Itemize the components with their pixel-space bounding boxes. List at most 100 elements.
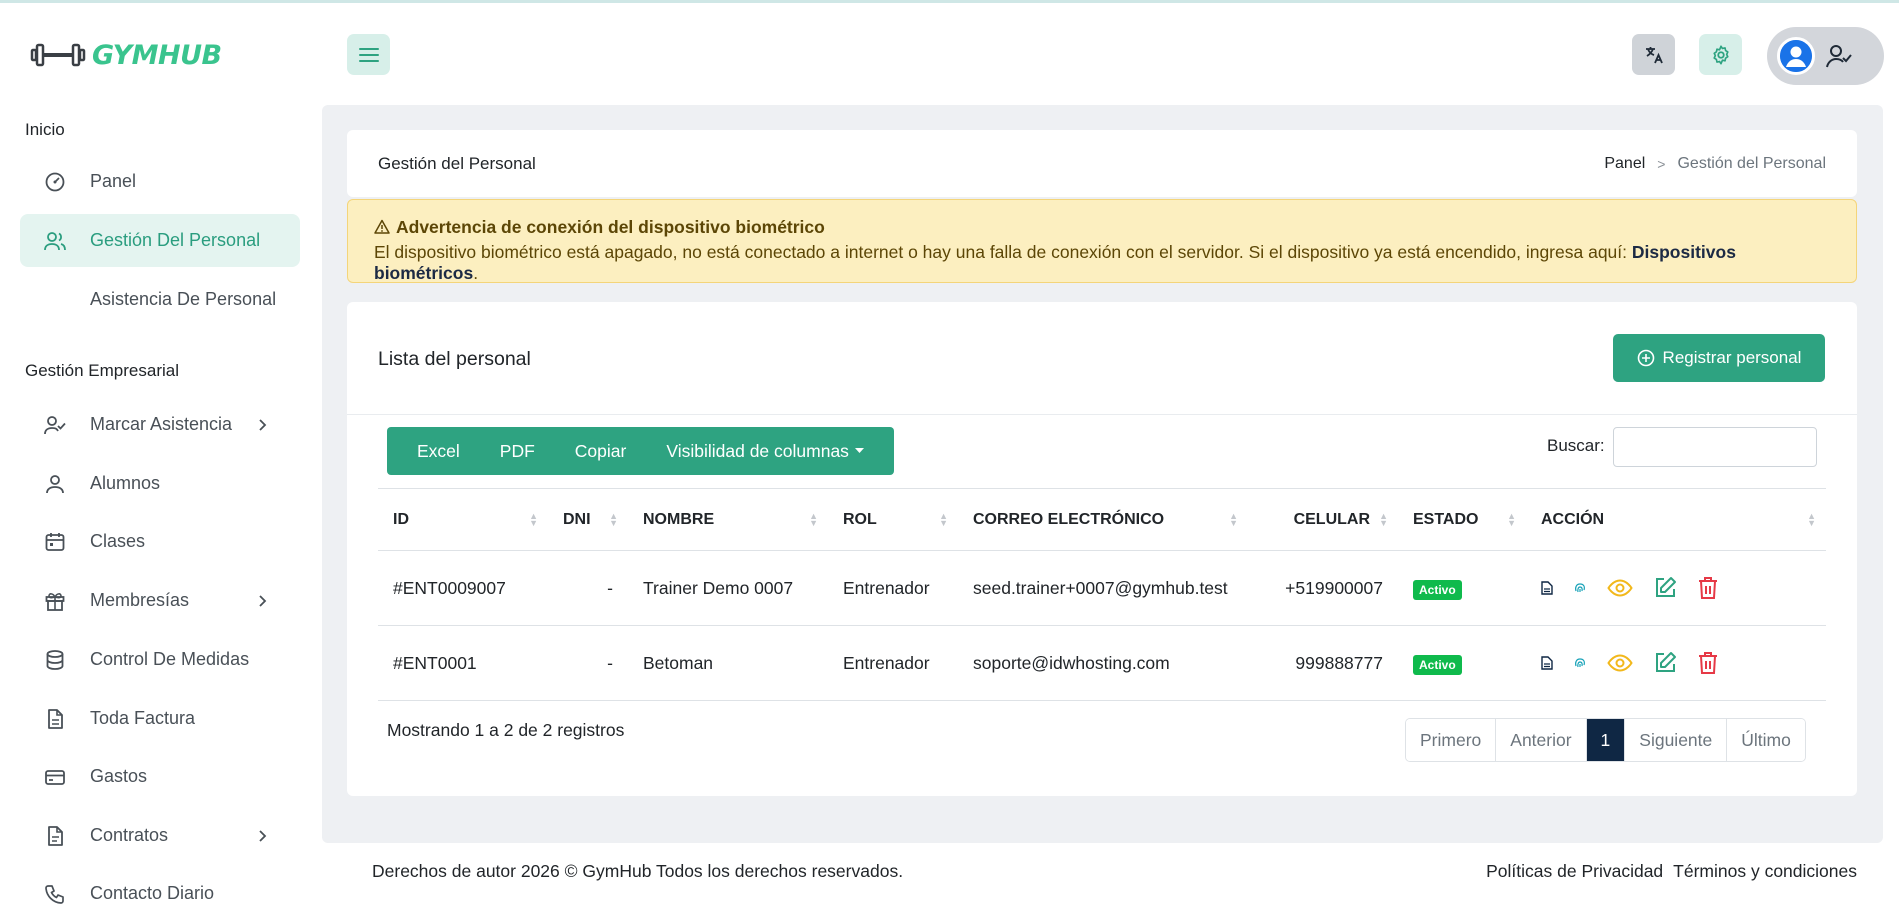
alert-end: . bbox=[473, 263, 479, 283]
column-header-rol[interactable]: ROL ▲ ▼ bbox=[828, 488, 958, 551]
sidebar-item-label: Membresías bbox=[90, 590, 190, 610]
terms-link[interactable]: Términos y condiciones bbox=[1673, 861, 1857, 882]
translate-icon bbox=[1645, 46, 1663, 63]
sidebar-item-control-medidas[interactable]: Control De Medidas bbox=[20, 633, 300, 686]
pagination-next[interactable]: Siguiente bbox=[1625, 719, 1728, 761]
fingerprint-icon bbox=[1575, 583, 1585, 593]
cell-role: Entrenador bbox=[828, 625, 958, 701]
table-info: Mostrando 1 a 2 de 2 registros bbox=[387, 720, 625, 740]
user-menu[interactable] bbox=[1767, 27, 1884, 85]
caret-down-icon bbox=[854, 448, 864, 453]
list-title: Lista del personal bbox=[378, 348, 531, 370]
sidebar-item-contratos[interactable]: Contratos bbox=[20, 809, 300, 862]
sort-icon: ▲ ▼ bbox=[809, 511, 818, 528]
view-button[interactable] bbox=[1607, 578, 1633, 598]
sort-icon: ▲ ▼ bbox=[1379, 511, 1388, 528]
footer-copyright: Derechos de autor 2026 © GymHub Todos lo… bbox=[372, 861, 904, 881]
sidebar-item-clases[interactable]: Clases bbox=[20, 515, 300, 568]
sidebar-item-label: Marcar Asistencia bbox=[90, 414, 233, 434]
export-pdf-button[interactable]: PDF bbox=[490, 441, 545, 462]
calendar-icon bbox=[45, 533, 65, 551]
sidebar-item-panel[interactable]: Panel bbox=[20, 155, 300, 208]
sidebar-item-gastos[interactable]: Gastos bbox=[20, 750, 300, 803]
search-input[interactable] bbox=[1613, 427, 1817, 467]
register-staff-label: Registrar personal bbox=[1662, 348, 1802, 367]
dumbbell-icon bbox=[30, 43, 86, 67]
sidebar-item-label: Contacto Diario bbox=[90, 883, 215, 903]
footer-links: Políticas de Privacidad Términos y condi… bbox=[1486, 861, 1857, 882]
sidebar-item-membresias[interactable]: Membresías bbox=[20, 574, 300, 627]
column-header-estado[interactable]: ESTADO ▲ ▼ bbox=[1398, 488, 1526, 551]
chevron-right-icon bbox=[259, 830, 267, 842]
column-header-id[interactable]: ID ▲ ▼ bbox=[378, 488, 548, 551]
document-button[interactable] bbox=[1541, 581, 1553, 595]
cell-email: soporte@idwhosting.com bbox=[958, 625, 1248, 701]
sort-icon: ▲ ▼ bbox=[1507, 511, 1516, 528]
settings-button[interactable] bbox=[1699, 34, 1742, 75]
cell-id: #ENT0001 bbox=[378, 625, 548, 701]
user-avatar-icon bbox=[1780, 40, 1812, 72]
sidebar-item-toda-factura[interactable]: Toda Factura bbox=[20, 692, 300, 745]
alert-title: Advertencia de conexión del dispositivo … bbox=[396, 216, 825, 237]
fingerprint-icon bbox=[1575, 658, 1585, 668]
column-visibility-dropdown[interactable]: Visibilidad de columnas bbox=[656, 441, 874, 462]
fingerprint-button[interactable] bbox=[1573, 581, 1587, 595]
page-header-card: Gestión del Personal Panel > Gestión del… bbox=[347, 130, 1857, 197]
gift-icon bbox=[45, 593, 65, 611]
sidebar-item-contacto-diario[interactable]: Contacto Diario bbox=[20, 867, 300, 916]
export-excel-button[interactable]: Excel bbox=[407, 441, 470, 462]
pagination-last[interactable]: Último bbox=[1727, 719, 1805, 761]
trash-icon bbox=[1699, 652, 1717, 674]
brand-logo[interactable]: GYMHUB bbox=[30, 39, 222, 71]
sort-icon: ▲ ▼ bbox=[939, 511, 948, 528]
sidebar-item-alumnos[interactable]: Alumnos bbox=[20, 457, 300, 510]
breadcrumb-separator: > bbox=[1657, 156, 1666, 172]
language-button[interactable] bbox=[1632, 34, 1675, 75]
eye-icon bbox=[1607, 579, 1633, 597]
staff-list-card: Lista del personal Registrar personal Ex… bbox=[347, 302, 1857, 796]
alert-message: El dispositivo biométrico está apagado, … bbox=[374, 242, 1632, 262]
edit-button[interactable] bbox=[1653, 651, 1677, 675]
plus-circle-icon bbox=[1637, 349, 1654, 367]
sidebar-item-asistencia-personal[interactable]: Asistencia De Personal bbox=[20, 273, 300, 326]
pagination-page-1[interactable]: 1 bbox=[1586, 719, 1626, 761]
status-badge: Activo bbox=[1413, 579, 1462, 600]
cell-name: Trainer Demo 0007 bbox=[628, 550, 828, 626]
sidebar-item-gestion-personal[interactable]: Gestión Del Personal bbox=[20, 214, 300, 267]
column-header-accion[interactable]: ACCIÓN ▲ ▼ bbox=[1526, 488, 1826, 551]
sort-icon: ▲ ▼ bbox=[1807, 511, 1816, 528]
pagination-prev[interactable]: Anterior bbox=[1496, 719, 1587, 761]
user-check-icon bbox=[44, 416, 66, 435]
copy-button[interactable]: Copiar bbox=[565, 441, 637, 462]
page-title: Gestión del Personal bbox=[378, 154, 536, 173]
file-icon bbox=[48, 826, 63, 846]
sidebar-section-gestion-empresarial: Gestión Empresarial bbox=[25, 361, 180, 380]
column-header-nombre[interactable]: NOMBRE ▲ ▼ bbox=[628, 488, 828, 551]
chevron-right-icon bbox=[259, 595, 267, 607]
trash-icon bbox=[1699, 577, 1717, 599]
column-header-dni[interactable]: DNI ▲ ▼ bbox=[548, 488, 628, 551]
sidebar-item-marcar-asistencia[interactable]: Marcar Asistencia bbox=[20, 398, 300, 451]
cell-actions bbox=[1526, 550, 1826, 626]
menu-toggle-button[interactable] bbox=[347, 34, 390, 75]
sidebar-item-label: Alumnos bbox=[90, 473, 161, 493]
alert-body: El dispositivo biométrico está apagado, … bbox=[374, 242, 1830, 284]
edit-button[interactable] bbox=[1653, 576, 1677, 600]
column-header-correo[interactable]: CORREO ELECTRÓNICO ▲ ▼ bbox=[958, 488, 1248, 551]
delete-button[interactable] bbox=[1697, 651, 1719, 675]
breadcrumb-home-link[interactable]: Panel bbox=[1604, 155, 1645, 173]
privacy-link[interactable]: Políticas de Privacidad bbox=[1486, 861, 1663, 882]
breadcrumb-current: Gestión del Personal bbox=[1677, 155, 1826, 172]
table-header-row: ID ▲ ▼ DNI ▲ ▼ NOMBRE ▲ ▼ ROL ▲ ▼ CORREO ELECTRÓ… bbox=[378, 488, 1826, 551]
pagination-first[interactable]: Primero bbox=[1406, 719, 1497, 761]
register-staff-button[interactable]: Registrar personal bbox=[1613, 334, 1825, 382]
fingerprint-button[interactable] bbox=[1573, 656, 1587, 670]
document-button[interactable] bbox=[1541, 656, 1553, 670]
column-header-celular[interactable]: CELULAR ▲ ▼ bbox=[1248, 488, 1398, 551]
cell-actions bbox=[1526, 625, 1826, 701]
delete-button[interactable] bbox=[1697, 576, 1719, 600]
user-check-icon bbox=[1826, 45, 1852, 68]
view-button[interactable] bbox=[1607, 653, 1633, 673]
pagination: Primero Anterior 1 Siguiente Último bbox=[1405, 718, 1806, 762]
export-button-group: Excel PDF Copiar Visibilidad de columnas bbox=[387, 427, 894, 475]
